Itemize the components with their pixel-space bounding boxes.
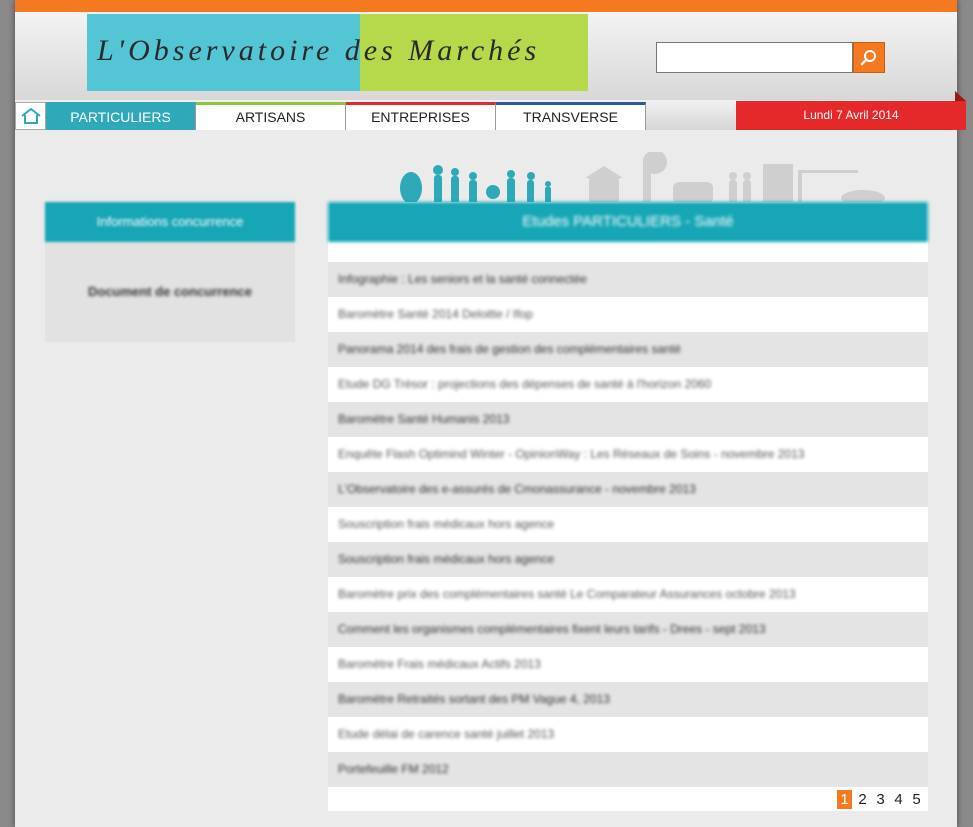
people-silhouette-banner <box>400 152 885 204</box>
home-icon <box>20 107 41 124</box>
studies-list: Infographie : Les seniors et la santé co… <box>328 262 928 787</box>
site-logo[interactable]: L'Observatoire des Marchés <box>87 14 588 91</box>
nav-item-entreprises[interactable]: ENTREPRISES <box>346 102 496 130</box>
search-box <box>656 42 885 73</box>
list-item[interactable]: Portefeuille FM 2012 <box>328 752 928 787</box>
list-item[interactable]: Infographie : Les seniors et la santé co… <box>328 262 928 297</box>
list-item[interactable]: Baromètre prix des complémentaires santé… <box>328 577 928 612</box>
list-item[interactable]: Etude DG Trésor : projections des dépens… <box>328 367 928 402</box>
list-item[interactable]: Enquête Flash Optimind Winter - OpinionW… <box>328 437 928 472</box>
page-link-4[interactable]: 4 <box>891 790 906 809</box>
list-item[interactable]: Baromètre Santé 2014 Deloitte / Ifop <box>328 297 928 332</box>
logo-text: L'Observatoire des Marchés <box>97 34 541 67</box>
top-accent-bar <box>15 0 957 12</box>
nav-item-particuliers[interactable]: PARTICULIERS <box>46 102 196 130</box>
search-button[interactable] <box>853 42 885 73</box>
list-item[interactable]: Souscription frais médicaux hors agence <box>328 507 928 542</box>
page-link-1[interactable]: 1 <box>837 790 852 809</box>
page-link-2[interactable]: 2 <box>855 790 870 809</box>
page-link-5[interactable]: 5 <box>909 790 924 809</box>
list-item[interactable]: Etude délai de carence santé juillet 201… <box>328 717 928 752</box>
list-item[interactable]: Comment les organismes complémentaires f… <box>328 612 928 647</box>
list-item[interactable]: Baromètre Frais médicaux Actifs 2013 <box>328 647 928 682</box>
magnifier-icon <box>860 49 876 65</box>
nav-item-artisans[interactable]: ARTISANS <box>196 102 346 130</box>
date-ribbon-fold <box>955 91 966 101</box>
nav-item-transverse[interactable]: TRANSVERSE <box>496 102 646 130</box>
page-link-3[interactable]: 3 <box>873 790 888 809</box>
sidebar-box: Informations concurrence Document de con… <box>45 202 295 342</box>
search-input[interactable] <box>656 42 853 73</box>
sidebar-title: Informations concurrence <box>45 202 295 242</box>
home-button[interactable] <box>15 102 46 130</box>
current-date: Lundi 7 Avril 2014 <box>736 101 966 130</box>
list-item[interactable]: L'Observatoire des e-assurés de Cmonassu… <box>328 472 928 507</box>
page: L'Observatoire des Marchés PARTICULIERS … <box>15 0 966 827</box>
list-item[interactable]: Panorama 2014 des frais de gestion des c… <box>328 332 928 367</box>
sidebar-link-document[interactable]: Document de concurrence <box>45 284 295 299</box>
list-item[interactable]: Souscription frais médicaux hors agence <box>328 542 928 577</box>
studies-title: Etudes PARTICULIERS - Santé <box>328 202 928 242</box>
list-item[interactable]: Baromètre Santé Humanis 2013 <box>328 402 928 437</box>
studies-panel: Etudes PARTICULIERS - Santé Infographie … <box>328 202 928 811</box>
list-item[interactable]: Baromètre Retraités sortant des PM Vague… <box>328 682 928 717</box>
pagination: 1 2 3 4 5 <box>837 790 924 809</box>
header: L'Observatoire des Marchés <box>15 0 957 100</box>
